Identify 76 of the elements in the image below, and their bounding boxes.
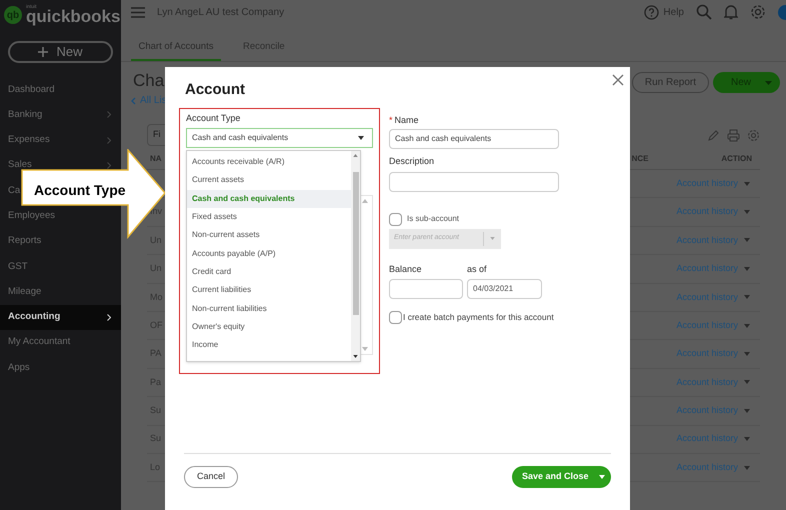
- bell-icon[interactable]: [724, 4, 738, 20]
- sidebar-item[interactable]: Banking: [8, 108, 42, 122]
- caret-icon[interactable]: [744, 408, 750, 413]
- caret-icon[interactable]: [744, 266, 750, 271]
- field-label: Description: [389, 155, 436, 168]
- caret-icon: [599, 475, 605, 479]
- printer-icon[interactable]: [727, 128, 740, 142]
- dropdown-option[interactable]: Owner's equity: [187, 318, 351, 336]
- sidebar-item[interactable]: Mileage: [8, 284, 42, 300]
- pencil-icon[interactable]: [708, 129, 720, 141]
- date-field[interactable]: 04/03/2021: [467, 279, 542, 299]
- dropdown-option[interactable]: Accounts payable (A/P): [187, 244, 351, 263]
- caret-icon[interactable]: [744, 210, 750, 214]
- caret-icon: [358, 136, 364, 140]
- name-field[interactable]: Cash and cash equivalents: [389, 129, 559, 149]
- new-button[interactable]: New: [8, 41, 113, 63]
- chevron-left-icon[interactable]: [131, 96, 136, 104]
- settings-icon[interactable]: [750, 4, 766, 20]
- sidebar-item[interactable]: Sales: [8, 158, 32, 173]
- caret-icon[interactable]: [744, 380, 750, 384]
- required-mark: *: [389, 114, 393, 126]
- description-field[interactable]: [389, 172, 559, 192]
- dropdown-option[interactable]: Fixed assets: [187, 208, 351, 226]
- logo-wordmark: quickbooks: [26, 8, 120, 25]
- checkbox[interactable]: [389, 212, 402, 226]
- caret-icon[interactable]: [744, 466, 750, 470]
- callout-label: Account Type: [34, 181, 126, 200]
- sidebar-item[interactable]: GST: [8, 260, 28, 274]
- field-label: Balance: [389, 262, 423, 276]
- avatar-icon[interactable]: [778, 4, 786, 20]
- dropdown-option[interactable]: Current liabilities: [187, 281, 351, 300]
- balance-field[interactable]: [389, 279, 463, 299]
- caret-icon[interactable]: [744, 437, 750, 442]
- checkbox-label: Is sub-account: [407, 213, 460, 225]
- page-title: Cha: [133, 72, 166, 89]
- dropdown-option[interactable]: Non-current assets: [187, 226, 351, 244]
- cancel-button[interactable]: Cancel: [184, 466, 238, 488]
- field-label: as of: [467, 262, 487, 276]
- save-and-close-button[interactable]: Save and Close: [512, 466, 611, 488]
- account-type-select[interactable]: Cash and cash equivalents: [186, 128, 373, 148]
- caret-icon[interactable]: [744, 182, 750, 186]
- sidebar-item[interactable]: Ca: [8, 184, 20, 198]
- scroll-up-icon: [362, 198, 368, 202]
- sidebar-item[interactable]: Expenses: [8, 133, 50, 148]
- caret-icon[interactable]: [744, 352, 750, 356]
- dropdown-option[interactable]: Cash and cash equivalents: [187, 190, 351, 208]
- caret-icon[interactable]: [744, 295, 750, 300]
- plus-icon: [38, 47, 48, 57]
- caret-icon[interactable]: [744, 238, 750, 242]
- checkbox[interactable]: [389, 311, 402, 324]
- settings-icon[interactable]: [747, 128, 760, 142]
- sidebar-item[interactable]: Dashboard: [8, 82, 54, 97]
- search-icon[interactable]: [696, 4, 712, 20]
- help-icon[interactable]: [644, 4, 660, 20]
- dropdown-option[interactable]: Credit card: [187, 262, 351, 282]
- dropdown-option[interactable]: Current assets: [187, 171, 351, 190]
- sidebar-item[interactable]: Employees: [8, 209, 55, 224]
- scroll-up-icon[interactable]: [353, 154, 358, 157]
- sidebar-item[interactable]: Accounting: [0, 304, 121, 330]
- sidebar-item[interactable]: My Accountant: [8, 335, 70, 350]
- dialog-title: Account: [185, 80, 245, 100]
- caret-icon: [490, 237, 495, 240]
- dropdown-option[interactable]: Accounts receivable (A/R): [187, 153, 351, 172]
- scroll-thumb[interactable]: [352, 172, 358, 315]
- caret-icon[interactable]: [744, 324, 750, 328]
- sidebar-item[interactable]: Apps: [8, 360, 30, 376]
- menu-icon[interactable]: [131, 6, 145, 18]
- caret-icon: [765, 80, 772, 84]
- dropdown-option[interactable]: Non-current liabilities: [187, 299, 351, 318]
- dropdown-option[interactable]: Income: [187, 336, 351, 354]
- sidebar-item[interactable]: Reports: [8, 234, 42, 249]
- checkbox-label: I create batch payments for this account: [403, 311, 554, 324]
- field-label: Account Type: [186, 112, 242, 125]
- field-label: Name: [394, 114, 419, 126]
- close-icon[interactable]: [612, 74, 624, 86]
- scrollbar[interactable]: [351, 151, 360, 361]
